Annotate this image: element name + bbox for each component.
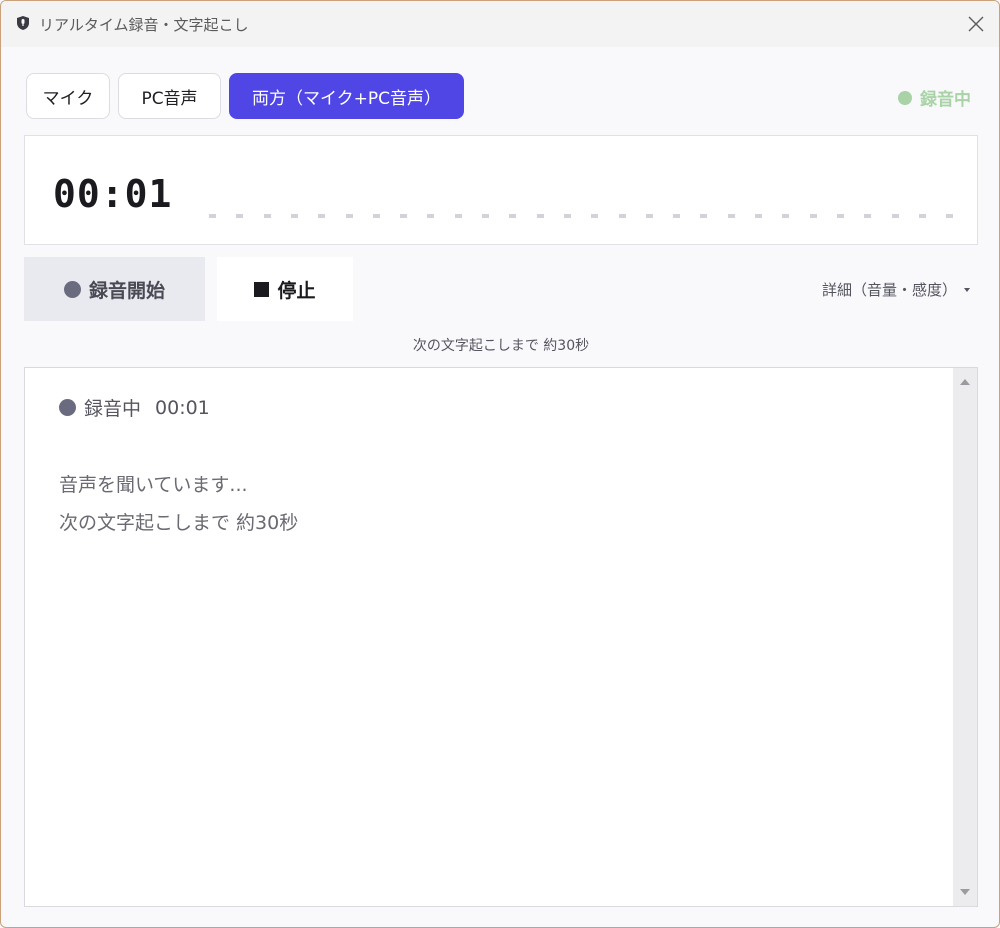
log-status-line: 録音中 00:01 <box>59 394 210 421</box>
microphone-shield-icon <box>15 15 31 31</box>
level-meter-segment <box>400 214 407 218</box>
level-meter-segment <box>946 214 953 218</box>
timer-panel: 00:01 <box>24 135 978 245</box>
level-meter-segment <box>346 214 353 218</box>
level-meter-segment <box>537 214 544 218</box>
level-meter-segment <box>892 214 899 218</box>
level-meter-segment <box>619 214 626 218</box>
window-title: リアルタイム録音・文字起こし <box>39 16 249 34</box>
level-meter-segment <box>864 214 871 218</box>
scroll-down-button[interactable] <box>953 880 977 904</box>
elapsed-timer: 00:01 <box>53 172 173 216</box>
tab-pc-audio[interactable]: PC音声 <box>118 73 221 119</box>
start-recording-button[interactable]: 録音開始 <box>24 257 205 321</box>
log-status-time: 00:01 <box>155 396 210 419</box>
app-window: リアルタイム録音・文字起こし マイク PC音声 両方（マイク+PC音声） 録音中… <box>0 0 1000 928</box>
scroll-up-arrow-icon <box>960 379 970 385</box>
level-meter-segment <box>728 214 735 218</box>
level-meter-segment <box>373 214 380 218</box>
close-button[interactable] <box>959 7 993 41</box>
level-meter-segment <box>264 214 271 218</box>
level-meter-segment <box>209 214 216 218</box>
level-meter-segment <box>837 214 844 218</box>
level-meter-segment <box>919 214 926 218</box>
close-icon <box>968 16 984 32</box>
recording-status-label: 録音中 <box>920 90 971 110</box>
log-line: 音声を聞いています... <box>59 474 248 496</box>
scroll-down-arrow-icon <box>960 889 970 895</box>
title-bar: リアルタイム録音・文字起こし <box>1 1 999 47</box>
record-dot-icon <box>63 280 81 298</box>
start-recording-label: 録音開始 <box>88 279 165 302</box>
next-transcription-hint: 次の文字起こしまで 約30秒 <box>412 338 590 354</box>
tab-both[interactable]: 両方（マイク+PC音声） <box>229 73 464 119</box>
recording-status: 録音中 <box>898 85 971 110</box>
stop-button[interactable]: 停止 <box>217 257 353 321</box>
level-meter-segment <box>318 214 325 218</box>
level-meter <box>209 214 959 220</box>
level-meter-segment <box>673 214 680 218</box>
log-status-label: 録音中 <box>84 398 142 420</box>
recording-dot-icon <box>898 90 912 105</box>
level-meter-segment <box>646 214 653 218</box>
level-meter-segment <box>291 214 298 218</box>
level-meter-segment <box>455 214 462 218</box>
detail-settings-label: 詳細（音量・感度） <box>821 281 957 299</box>
level-meter-segment <box>591 214 598 218</box>
vertical-scrollbar[interactable] <box>953 368 977 906</box>
stop-square-icon <box>254 281 270 297</box>
scroll-up-button[interactable] <box>953 370 977 394</box>
record-dot-icon <box>59 399 76 416</box>
level-meter-segment <box>482 214 489 218</box>
level-meter-segment <box>509 214 516 218</box>
level-meter-segment <box>427 214 434 218</box>
level-meter-segment <box>810 214 817 218</box>
caret-down-icon <box>964 287 970 292</box>
detail-settings-toggle[interactable]: 詳細（音量・感度） <box>822 279 971 300</box>
log-line: 次の文字起こしまで 約30秒 <box>59 512 299 534</box>
tab-mic[interactable]: マイク <box>26 73 110 119</box>
level-meter-segment <box>564 214 571 218</box>
transcription-log: 録音中 00:01 音声を聞いています... 次の文字起こしまで 約30秒 <box>24 367 978 907</box>
level-meter-segment <box>782 214 789 218</box>
level-meter-segment <box>700 214 707 218</box>
stop-label: 停止 <box>277 279 316 302</box>
level-meter-segment <box>755 214 762 218</box>
level-meter-segment <box>236 214 243 218</box>
